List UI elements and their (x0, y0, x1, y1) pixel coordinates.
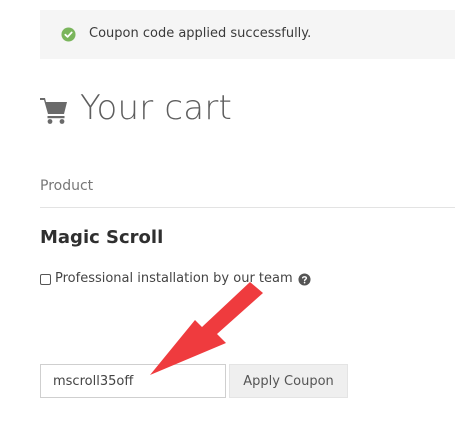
table-divider (40, 207, 455, 208)
coupon-code-input[interactable] (40, 364, 226, 398)
success-notice: Coupon code applied successfully. (40, 10, 455, 59)
cart-page: Coupon code applied successfully. Your c… (0, 0, 455, 438)
installation-option: Professional installation by our team (40, 270, 311, 288)
question-circle-icon[interactable] (298, 272, 311, 286)
notice-message: Coupon code applied successfully. (89, 26, 312, 41)
apply-coupon-button[interactable]: Apply Coupon (229, 364, 348, 398)
page-title: Your cart (80, 88, 233, 128)
product-name: Magic Scroll (40, 227, 164, 248)
check-circle-icon (61, 27, 76, 42)
shopping-cart-icon (40, 98, 67, 124)
installation-checkbox[interactable] (40, 273, 51, 285)
product-column-header: Product (40, 178, 94, 194)
installation-label[interactable]: Professional installation by our team (55, 270, 293, 288)
